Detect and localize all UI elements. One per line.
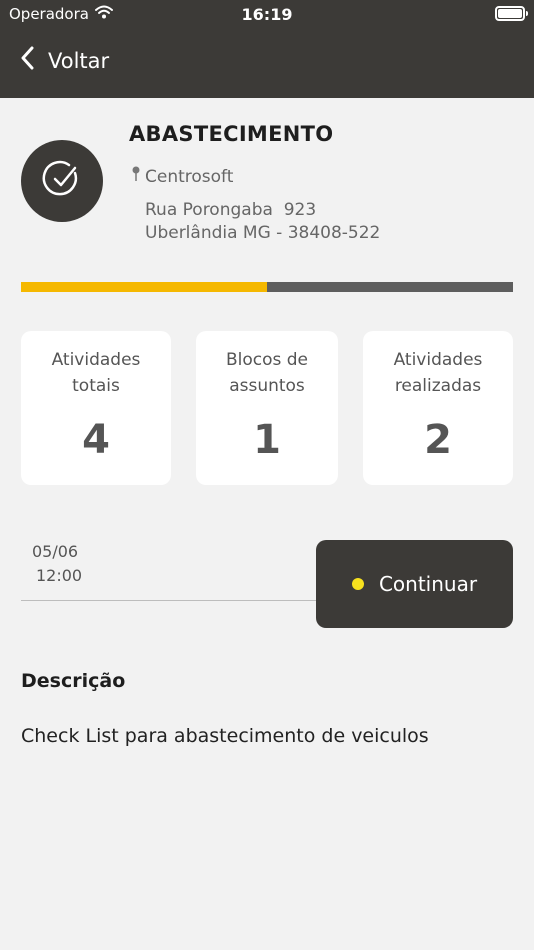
progress-bar xyxy=(21,282,513,292)
address-line-1: Rua Porongaba 923 xyxy=(145,200,317,220)
back-button[interactable]: Voltar xyxy=(20,46,109,75)
app-header: Operadora 16:19 Voltar xyxy=(0,0,534,98)
stat-label: Atividades realizadas xyxy=(393,350,483,396)
location-pin-icon xyxy=(131,166,141,187)
stat-value: 1 xyxy=(253,417,281,463)
status-bar: Operadora 16:19 xyxy=(0,0,534,30)
activity-avatar xyxy=(21,140,103,222)
activity-title: ABASTECIMENTO xyxy=(129,122,334,146)
stat-label: Blocos de assuntos xyxy=(225,350,309,396)
stat-label: Atividades totais xyxy=(51,350,141,396)
schedule-time: 12:00 xyxy=(36,566,83,585)
battery-icon xyxy=(495,6,528,21)
location-name: Centrosoft xyxy=(145,166,234,187)
back-label: Voltar xyxy=(48,48,110,73)
progress-fill xyxy=(21,282,267,292)
location-row: Centrosoft xyxy=(131,166,233,187)
stat-card-subject-blocks: Blocos de assuntos 1 xyxy=(196,331,338,485)
address-block: Rua Porongaba 923 Uberlândia MG - 38408-… xyxy=(145,199,380,245)
address-line-2: Uberlândia MG - 38408-522 xyxy=(145,223,381,243)
stat-value: 2 xyxy=(424,417,452,463)
status-time: 16:19 xyxy=(241,5,293,24)
stat-card-total-activities: Atividades totais 4 xyxy=(21,331,171,485)
status-dot-icon xyxy=(351,578,364,590)
stat-value: 4 xyxy=(82,417,110,463)
schedule-divider xyxy=(21,600,321,601)
continue-label: Continuar xyxy=(378,572,478,596)
stat-card-completed-activities: Atividades realizadas 2 xyxy=(363,331,513,485)
description-heading: Descrição xyxy=(21,670,126,692)
back-chevron-icon xyxy=(20,46,34,75)
description-text: Check List para abastecimento de veiculo… xyxy=(21,725,429,747)
schedule-date: 05/06 xyxy=(32,542,79,561)
continue-button[interactable]: Continuar xyxy=(316,540,513,628)
schedule-block: 05/06 12:00 xyxy=(32,540,82,588)
check-circle-icon xyxy=(42,159,82,203)
